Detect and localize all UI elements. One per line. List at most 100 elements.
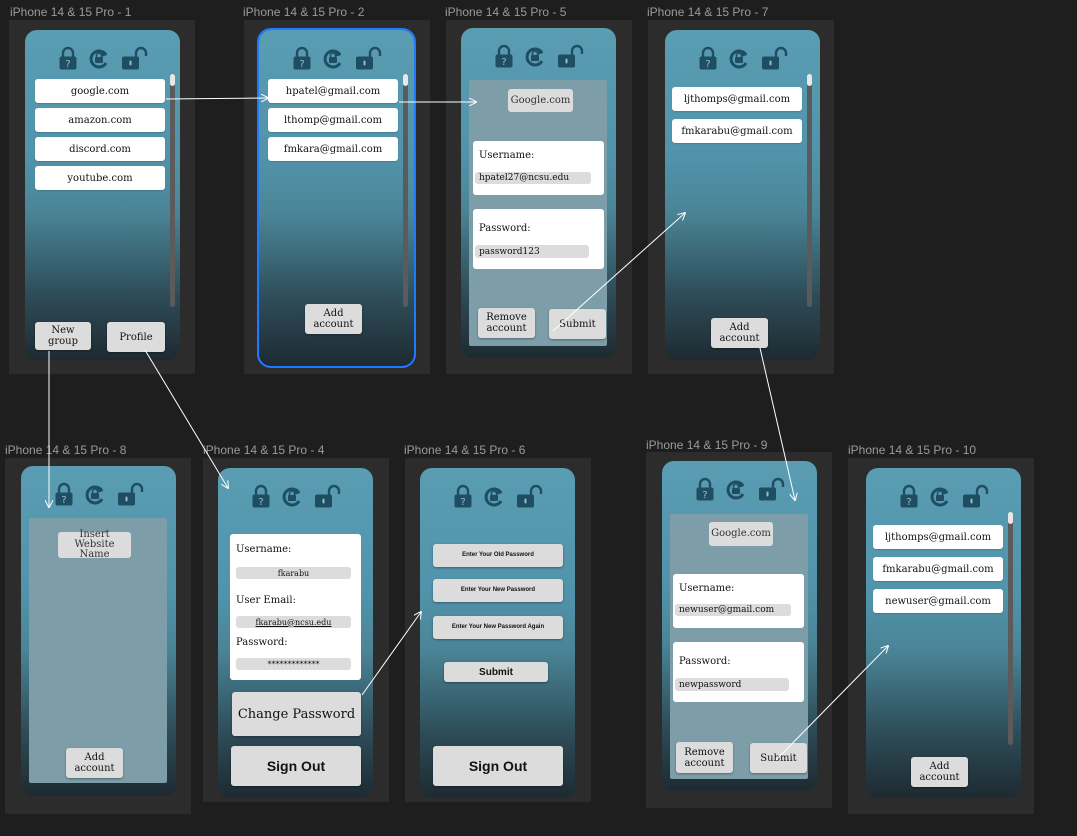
lock-help-icon[interactable]: ? [453, 484, 473, 508]
unlock-icon[interactable] [313, 484, 341, 508]
top-icon-bar: ? [21, 482, 176, 506]
unlock-icon[interactable] [760, 46, 788, 70]
site-item-discord[interactable]: discord.com [35, 137, 165, 161]
lock-help-icon[interactable]: ? [494, 44, 514, 68]
unlock-icon[interactable] [961, 484, 989, 508]
confirm-password-field[interactable]: Enter Your New Password Again [433, 616, 563, 639]
refresh-lock-icon[interactable] [84, 482, 106, 506]
site-item-youtube[interactable]: youtube.com [35, 166, 165, 190]
scrollbar[interactable] [170, 74, 175, 307]
screen-change-password: ? Enter Your Old Password Enter Your New… [420, 468, 575, 798]
add-account-button[interactable]: Add account [711, 318, 768, 348]
frame-title-1: iPhone 14 & 15 Pro - 1 [10, 5, 132, 19]
account-item[interactable]: hpatel@gmail.com [268, 79, 398, 103]
add-account-button[interactable]: Add account [66, 748, 123, 778]
account-item[interactable]: ljthomps@gmail.com [672, 87, 802, 111]
unlock-icon[interactable] [556, 44, 584, 68]
unlock-icon[interactable] [354, 46, 382, 70]
account-item[interactable]: fmkarabu@gmail.com [672, 119, 802, 143]
top-icon-bar: ? [461, 44, 616, 68]
frame-title-6: iPhone 14 & 15 Pro - 6 [404, 443, 526, 457]
lock-help-icon[interactable]: ? [695, 477, 715, 501]
submit-button[interactable]: Submit [444, 662, 548, 682]
account-item[interactable]: fmkara@gmail.com [268, 137, 398, 161]
scrollbar[interactable] [1008, 512, 1013, 745]
sign-out-button[interactable]: Sign Out [231, 746, 361, 786]
site-item-google[interactable]: google.com [35, 79, 165, 103]
frame-title-5: iPhone 14 & 15 Pro - 5 [445, 5, 567, 19]
remove-account-button[interactable]: Remove account [676, 742, 733, 773]
lock-help-icon[interactable]: ? [54, 482, 74, 506]
account-item[interactable]: lthomp@gmail.com [268, 108, 398, 132]
refresh-lock-icon[interactable] [725, 477, 747, 501]
refresh-lock-icon[interactable] [524, 44, 546, 68]
frame-title-8: iPhone 14 & 15 Pro - 8 [5, 443, 127, 457]
scrollbar[interactable] [807, 74, 812, 307]
refresh-lock-icon[interactable] [483, 484, 505, 508]
site-name: Google.com [709, 522, 773, 546]
refresh-lock-icon[interactable] [728, 46, 750, 70]
top-icon-bar: ? [420, 484, 575, 508]
sign-out-button[interactable]: Sign Out [433, 746, 563, 786]
svg-text:?: ? [65, 59, 70, 70]
lock-help-icon[interactable]: ? [251, 484, 271, 508]
site-item-amazon[interactable]: amazon.com [35, 108, 165, 132]
username-field[interactable]: hpatel27@ncsu.edu [475, 172, 591, 184]
new-group-button[interactable]: New group [35, 322, 91, 350]
username-label: Username: [679, 583, 735, 594]
svg-text:?: ? [61, 495, 66, 506]
refresh-lock-icon[interactable] [281, 484, 303, 508]
site-name: Google.com [508, 89, 573, 112]
email-field[interactable]: fkarabu@ncsu.edu [236, 616, 351, 628]
refresh-lock-icon[interactable] [322, 46, 344, 70]
screen-add-account: ? Google.com Username: newuser@gmail.com… [662, 461, 817, 791]
username-field[interactable]: fkarabu [236, 567, 351, 579]
refresh-lock-icon[interactable] [88, 46, 110, 70]
screen-profile: ? Username: fkarabu User Email: fkarabu@… [218, 468, 373, 798]
submit-button[interactable]: Submit [549, 309, 606, 339]
refresh-lock-icon[interactable] [929, 484, 951, 508]
password-field[interactable]: ************* [236, 658, 351, 670]
lock-help-icon[interactable]: ? [698, 46, 718, 70]
frame-title-4: iPhone 14 & 15 Pro - 4 [203, 443, 325, 457]
lock-help-icon[interactable]: ? [58, 46, 78, 70]
password-field[interactable]: password123 [475, 245, 589, 258]
profile-button[interactable]: Profile [107, 322, 165, 352]
scrollbar[interactable] [403, 74, 408, 307]
top-icon-bar: ? [866, 484, 1021, 508]
username-label: Username: [236, 544, 292, 555]
account-item[interactable]: newuser@gmail.com [873, 589, 1003, 613]
add-account-button[interactable]: Add account [911, 757, 968, 787]
screen-edit-account: ? Google.com Username: hpatel27@ncsu.edu… [461, 28, 616, 358]
website-name-input[interactable]: Insert Website Name [58, 530, 131, 560]
new-password-field[interactable]: Enter Your New Password [433, 579, 563, 602]
add-account-button[interactable]: Add account [305, 304, 362, 334]
svg-text:?: ? [705, 59, 710, 70]
remove-account-button[interactable]: Remove account [478, 308, 535, 338]
unlock-icon[interactable] [757, 477, 785, 501]
password-field[interactable]: newpassword [675, 678, 789, 691]
top-icon-bar: ? [25, 46, 180, 70]
username-label: Username: [479, 150, 535, 161]
password-card [673, 642, 804, 702]
password-card [473, 209, 604, 269]
svg-text:?: ? [702, 490, 707, 501]
account-item[interactable]: ljthomps@gmail.com [873, 525, 1003, 549]
frame-title-7: iPhone 14 & 15 Pro - 7 [647, 5, 769, 19]
screen-site-list: ? google.com amazon.com discord.com yout… [25, 30, 180, 360]
password-label: Password: [236, 637, 288, 648]
top-icon-bar: ? [662, 477, 817, 501]
username-field[interactable]: newuser@gmail.com [675, 604, 791, 616]
old-password-field[interactable]: Enter Your Old Password [433, 544, 563, 567]
lock-help-icon[interactable]: ? [292, 46, 312, 70]
submit-button[interactable]: Submit [750, 743, 807, 773]
unlock-icon[interactable] [515, 484, 543, 508]
change-password-button[interactable]: Change Password [232, 692, 361, 736]
lock-help-icon[interactable]: ? [899, 484, 919, 508]
unlock-icon[interactable] [120, 46, 148, 70]
top-icon-bar: ? [218, 484, 373, 508]
account-item[interactable]: fmkarabu@gmail.com [873, 557, 1003, 581]
unlock-icon[interactable] [116, 482, 144, 506]
screen-account-list: ? hpatel@gmail.com lthomp@gmail.com fmka… [257, 28, 416, 368]
frame-title-10: iPhone 14 & 15 Pro - 10 [848, 443, 977, 457]
